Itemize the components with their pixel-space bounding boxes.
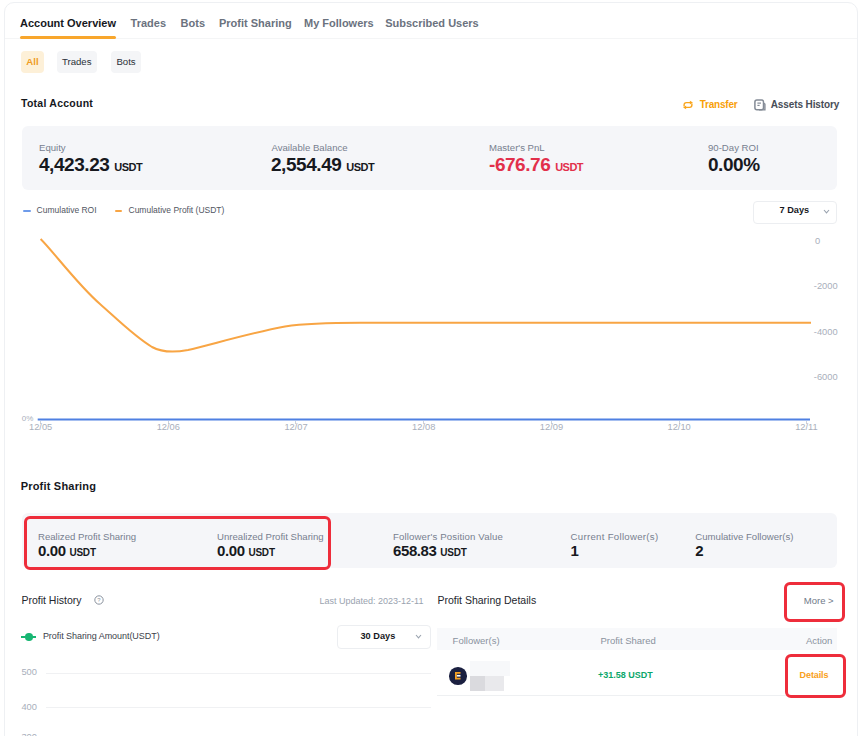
svg-text:?: ?	[97, 597, 101, 603]
